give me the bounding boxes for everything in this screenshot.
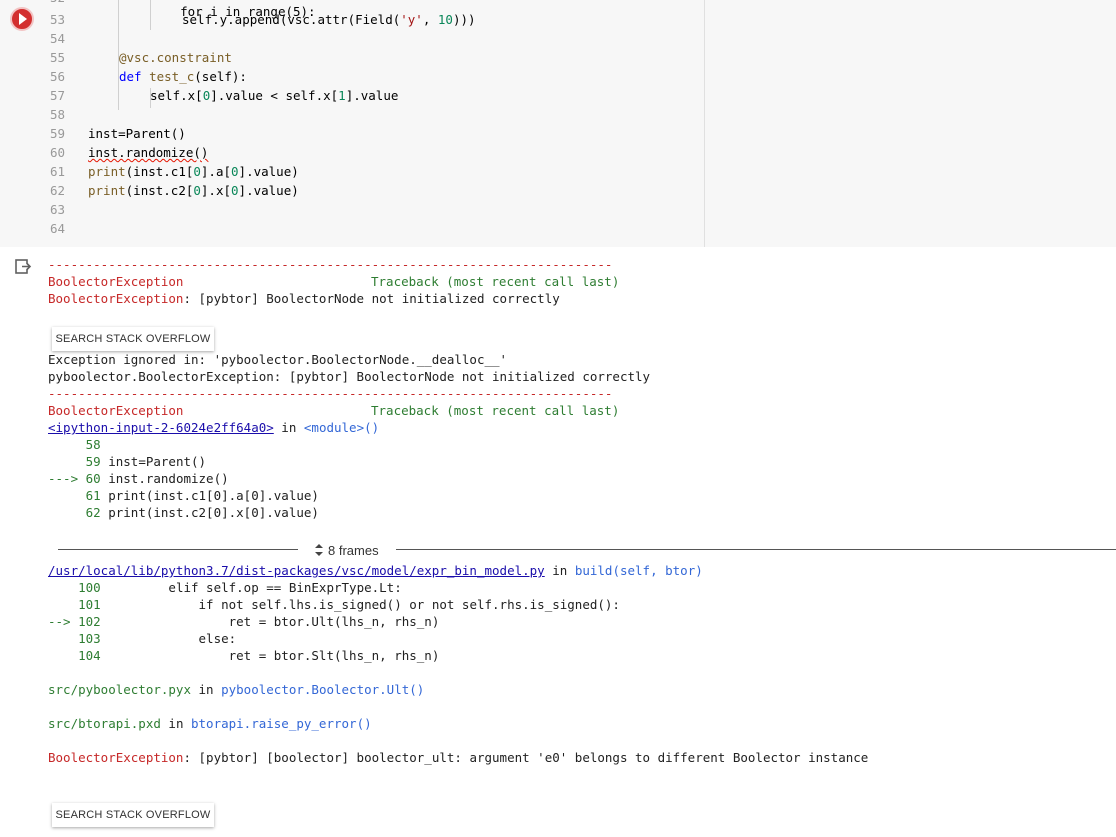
frame-line: 58 bbox=[48, 437, 109, 452]
traceback-header-2: BoolectorException Traceback (most recent… bbox=[48, 403, 619, 418]
code-line-59: inst=Parent() bbox=[88, 126, 186, 141]
code-line-57: self.x[0].value < self.x[1].value bbox=[150, 88, 399, 103]
ignored-exception-line: pyboolector.BoolectorException: [pybtor]… bbox=[48, 369, 651, 384]
traceback-divider: ----------------------------------------… bbox=[48, 386, 613, 401]
code-line-62: print(inst.c2[0].x[0].value) bbox=[88, 183, 299, 198]
line-number: 63 bbox=[50, 202, 66, 217]
function-name: btorapi.raise_py_error() bbox=[191, 716, 372, 731]
frame-line-current: --> 102 ret = btor.Ult(lhs_n, rhs_n) bbox=[48, 614, 440, 629]
line-number: 52 bbox=[50, 0, 70, 5]
line-number: 62 bbox=[50, 183, 66, 198]
frames-count-label: 8 frames bbox=[328, 542, 379, 558]
frames-toggle[interactable]: 8 frames bbox=[314, 540, 379, 560]
line-number: 64 bbox=[50, 221, 66, 236]
in-word: in bbox=[273, 420, 304, 435]
traceback-title: Traceback (most recent call last) bbox=[371, 274, 620, 289]
collapsed-frames-row: 8 frames bbox=[58, 540, 1116, 560]
source-file-link[interactable]: /usr/local/lib/python3.7/dist-packages/v… bbox=[48, 563, 545, 578]
frame-location: src/pyboolector.pyx in pyboolector.Boole… bbox=[48, 682, 424, 697]
expand-collapse-icon bbox=[315, 544, 323, 556]
frame-line: 104 ret = btor.Slt(lhs_n, rhs_n) bbox=[48, 648, 440, 663]
divider-line bbox=[58, 549, 298, 550]
frame-line: 61 print(inst.c1[0].a[0].value) bbox=[48, 488, 319, 503]
run-cell-button[interactable] bbox=[10, 7, 34, 31]
code-line-60: inst.randomize() bbox=[88, 145, 209, 160]
line-number: 57 bbox=[50, 88, 66, 103]
output-redirect-icon[interactable] bbox=[15, 259, 33, 275]
exception-type: BoolectorException bbox=[48, 750, 184, 765]
in-word: in bbox=[160, 716, 191, 731]
code-editor[interactable] bbox=[43, 0, 705, 247]
exception-name: BoolectorException bbox=[48, 274, 184, 289]
code-line-61: print(inst.c1[0].a[0].value) bbox=[88, 164, 299, 179]
search-stack-overflow-button[interactable]: SEARCH STACK OVERFLOW bbox=[52, 803, 214, 827]
exception-type: BoolectorException bbox=[48, 291, 184, 306]
exception-text: : [pybtor] BoolectorNode not initialized… bbox=[183, 291, 560, 306]
line-number: 55 bbox=[50, 50, 66, 65]
code-line-56: def test_c(self): bbox=[119, 69, 247, 84]
traceback-title: Traceback (most recent call last) bbox=[371, 403, 620, 418]
search-stack-overflow-button[interactable]: SEARCH STACK OVERFLOW bbox=[52, 327, 214, 351]
frame-line: 101 if not self.lhs.is_signed() or not s… bbox=[48, 597, 620, 612]
source-file: src/btorapi.pxd bbox=[48, 716, 161, 731]
module-name: <module>() bbox=[303, 420, 380, 435]
exception-name: BoolectorException bbox=[48, 403, 184, 418]
ipython-input-link[interactable]: <ipython-input-2-6024e2ff64a0> bbox=[48, 420, 274, 435]
frame-line-current: ---> 60 inst.randomize() bbox=[48, 471, 229, 486]
final-exception-message: BoolectorException: [pybtor] [boolector]… bbox=[48, 750, 868, 765]
ignored-exception-line: Exception ignored in: 'pyboolector.Boole… bbox=[48, 352, 508, 367]
frame-line: 103 else: bbox=[48, 631, 237, 646]
code-cell-right-area bbox=[705, 0, 1116, 247]
traceback-header-1: BoolectorException Traceback (most recent… bbox=[48, 274, 619, 289]
frame-location: <ipython-input-2-6024e2ff64a0> in <modul… bbox=[48, 420, 379, 435]
code-cell[interactable]: for i in range(5): 52 53 self.y.append(v… bbox=[0, 0, 1116, 247]
source-file: src/pyboolector.pyx bbox=[48, 682, 191, 697]
frame-line: 100 elif self.op == BinExprType.Lt: bbox=[48, 580, 402, 595]
line-number: 56 bbox=[50, 69, 66, 84]
play-icon bbox=[19, 13, 27, 25]
exception-message-1: BoolectorException: [pybtor] BoolectorNo… bbox=[48, 291, 560, 306]
code-line-53: self.y.append(vsc.attr(Field('y', 10))) bbox=[182, 12, 476, 27]
function-name: pyboolector.Boolector.Ult() bbox=[221, 682, 425, 697]
frame-line: 62 print(inst.c2[0].x[0].value) bbox=[48, 505, 319, 520]
code-line-55: @vsc.constraint bbox=[119, 50, 232, 65]
traceback-divider: ----------------------------------------… bbox=[48, 257, 613, 272]
line-number: 61 bbox=[50, 164, 66, 179]
divider-line bbox=[396, 549, 1116, 550]
frame-location: /usr/local/lib/python3.7/dist-packages/v… bbox=[48, 563, 703, 578]
line-number: 58 bbox=[50, 107, 66, 122]
line-number: 59 bbox=[50, 126, 66, 141]
line-number: 60 bbox=[50, 145, 66, 160]
in-word: in bbox=[544, 563, 575, 578]
in-word: in bbox=[191, 682, 222, 697]
frame-line: 59 inst=Parent() bbox=[48, 454, 207, 469]
frame-location: src/btorapi.pxd in btorapi.raise_py_erro… bbox=[48, 716, 372, 731]
exception-text: : [pybtor] [boolector] boolector_ult: ar… bbox=[183, 750, 869, 765]
function-name: build(self, btor) bbox=[574, 563, 703, 578]
line-number: 53 bbox=[50, 12, 66, 27]
line-number: 54 bbox=[50, 31, 66, 46]
